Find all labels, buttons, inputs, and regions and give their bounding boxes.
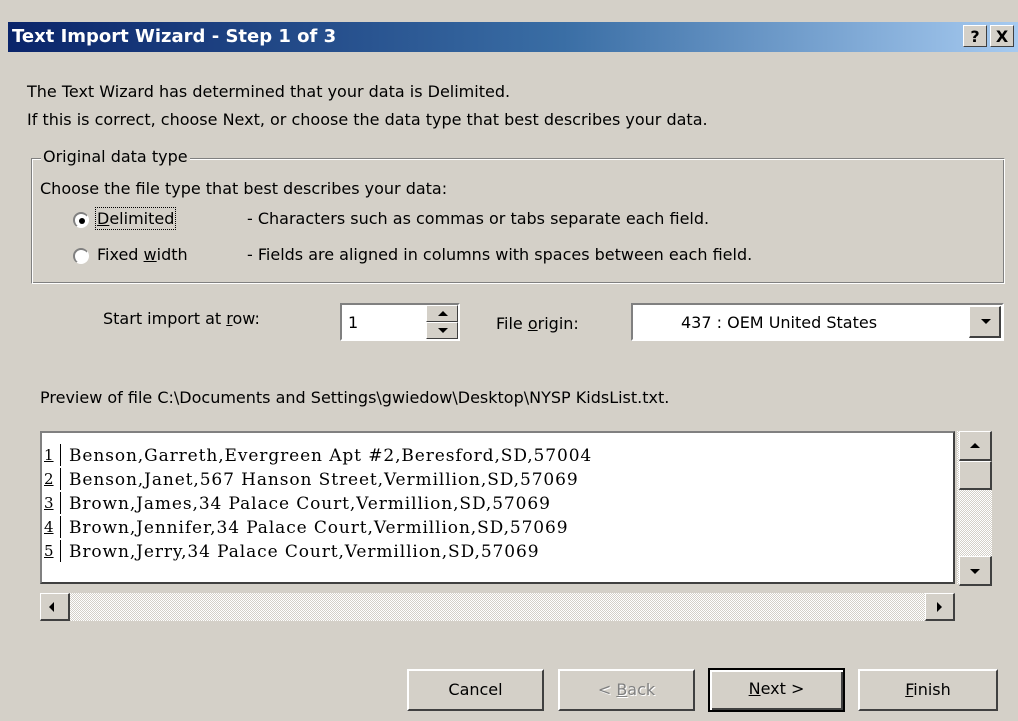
up-arrow-icon bbox=[970, 443, 980, 448]
file-type-prompt: Choose the file type that best describes… bbox=[40, 179, 448, 198]
down-arrow-icon bbox=[438, 328, 448, 333]
start-row-spinner[interactable] bbox=[426, 305, 458, 339]
close-button[interactable]: X bbox=[990, 25, 1014, 47]
file-origin-value: 437 : OEM United States bbox=[681, 313, 878, 332]
preview-horizontal-scrollbar[interactable] bbox=[40, 593, 955, 621]
cancel-button[interactable]: Cancel bbox=[407, 669, 544, 711]
back-button[interactable]: < Back bbox=[558, 669, 695, 711]
row-number: 2 bbox=[44, 468, 61, 490]
scroll-down-button[interactable] bbox=[959, 556, 992, 586]
left-arrow-icon bbox=[49, 602, 54, 612]
preview-pane[interactable]: 1 Benson,Garreth,Evergreen Apt #2,Beresf… bbox=[40, 431, 955, 584]
row-text: Brown,James,34 Palace Court,Vermillion,S… bbox=[69, 494, 551, 514]
row-number: 1 bbox=[44, 444, 61, 466]
finish-button[interactable]: Finish bbox=[858, 669, 998, 711]
spin-up-button[interactable] bbox=[426, 305, 458, 322]
window-title: Text Import Wizard - Step 1 of 3 bbox=[12, 26, 337, 47]
fixed-width-label[interactable]: Fixed width bbox=[97, 245, 188, 264]
start-row-field[interactable]: 1 bbox=[340, 303, 460, 341]
row-number: 5 bbox=[44, 540, 61, 562]
up-arrow-icon bbox=[438, 311, 448, 316]
delimited-description: - Characters such as commas or tabs sepa… bbox=[247, 209, 710, 228]
file-origin-label: File origin: bbox=[496, 314, 579, 333]
next-button[interactable]: Next > bbox=[708, 668, 845, 712]
intro-line-2: If this is correct, choose Next, or choo… bbox=[27, 110, 708, 129]
file-origin-select[interactable]: 437 : OEM United States bbox=[631, 303, 1004, 341]
help-button[interactable]: ? bbox=[963, 25, 987, 47]
delimited-radio[interactable] bbox=[73, 212, 89, 228]
scroll-left-button[interactable] bbox=[40, 593, 70, 621]
start-row-value: 1 bbox=[348, 313, 359, 332]
start-import-label: Start import at row: bbox=[103, 309, 260, 328]
text-import-wizard-dialog: Text Import Wizard - Step 1 of 3 ? X The… bbox=[0, 0, 1018, 721]
right-arrow-icon bbox=[937, 602, 942, 612]
row-number: 4 bbox=[44, 516, 61, 538]
preview-label: Preview of file C:\Documents and Setting… bbox=[40, 388, 670, 407]
scroll-up-button[interactable] bbox=[959, 431, 992, 461]
delimited-label[interactable]: Delimited bbox=[94, 207, 177, 230]
intro-line-1: The Text Wizard has determined that your… bbox=[27, 82, 511, 101]
chevron-down-icon bbox=[981, 319, 991, 324]
vertical-scroll-thumb[interactable] bbox=[959, 461, 992, 490]
group-legend: Original data type bbox=[41, 147, 190, 166]
fixed-width-description: - Fields are aligned in columns with spa… bbox=[247, 245, 753, 264]
row-text: Benson,Janet,567 Hanson Street,Vermillio… bbox=[69, 470, 579, 490]
row-text: Brown,Jerry,34 Palace Court,Vermillion,S… bbox=[69, 542, 540, 562]
row-text: Benson,Garreth,Evergreen Apt #2,Beresfor… bbox=[69, 446, 593, 466]
scroll-right-button[interactable] bbox=[925, 593, 955, 621]
row-number: 3 bbox=[44, 492, 61, 514]
radio-selected-dot bbox=[79, 218, 85, 224]
file-origin-dropdown-button[interactable] bbox=[969, 306, 1001, 338]
row-text: Brown,Jennifer,34 Palace Court,Vermillio… bbox=[69, 518, 569, 538]
title-bar[interactable]: Text Import Wizard - Step 1 of 3 ? X bbox=[8, 22, 1018, 52]
spin-down-button[interactable] bbox=[426, 322, 458, 339]
down-arrow-icon bbox=[970, 569, 980, 574]
fixed-width-radio[interactable] bbox=[73, 248, 89, 264]
